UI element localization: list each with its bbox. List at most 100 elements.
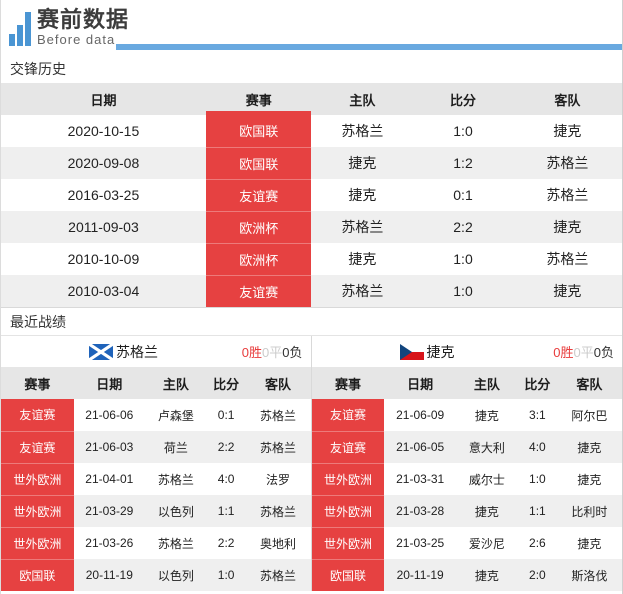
team-name: 捷克 [426, 343, 455, 360]
competition-badge: 世外欧洲 [311, 526, 385, 559]
table-row: 2020-09-08 欧国联 捷克 1:2 苏格兰 [1, 146, 622, 179]
date-cell: 21-06-09 [396, 408, 445, 422]
score-cell: 2:2 [206, 431, 246, 463]
away-cell: 苏格兰 [245, 495, 311, 527]
team-scotland: 苏格兰 [89, 342, 158, 362]
table-row: 世外欧洲 21-04-01 苏格兰 4:0 法罗 [1, 462, 311, 495]
away-cell: 捷克 [577, 536, 602, 551]
date-cell: 2011-09-03 [1, 211, 206, 243]
col-header-date: 日期 [73, 367, 145, 399]
date-cell: 21-03-26 [85, 536, 134, 550]
away-cell: 苏格兰 [259, 408, 296, 423]
table-row: 友谊赛 21-06-05 意大利 4:0 捷克 [311, 430, 622, 463]
away-cell: 阿尔巴 [571, 408, 608, 423]
away-cell: 斯洛伐 [556, 559, 622, 591]
date-cell: 21-03-25 [396, 536, 445, 550]
competition-badge: 欧国联 [205, 146, 312, 179]
score-cell: 0:1 [453, 187, 473, 203]
date-cell: 2020-10-15 [67, 123, 140, 139]
record-wins: 0胜 [241, 345, 263, 360]
col-header-competition: 赛事 [205, 83, 312, 115]
home-cell: 捷克 [455, 559, 518, 591]
score-cell: 1:0 [453, 251, 473, 267]
home-cell: 苏格兰 [341, 123, 384, 139]
score-cell: 1:1 [517, 495, 557, 527]
home-cell: 爱沙尼 [468, 536, 505, 551]
away-cell: 捷克 [556, 431, 622, 463]
away-cell: 捷克 [553, 123, 582, 139]
record-wins: 0胜 [553, 345, 574, 360]
home-cell: 卢森堡 [157, 408, 194, 423]
czech-flag-icon [399, 343, 424, 360]
score-cell: 2:2 [217, 536, 235, 550]
home-cell: 威尔士 [468, 472, 505, 487]
date-cell: 21-03-28 [384, 495, 456, 527]
table-row: 欧国联 20-11-19 捷克 2:0 斯洛伐 [311, 558, 622, 591]
recent-table-czech: 赛事 日期 主队 比分 客队 友谊赛 21-06-09 捷克 3:1 阿尔巴 友谊赛 21-… [311, 367, 623, 591]
col-header-home: 主队 [144, 367, 207, 399]
away-cell: 捷克 [577, 472, 602, 487]
away-cell: 奥地利 [259, 536, 296, 551]
head-to-head-section: 交锋历史 日期 赛事 主队 比分 客队 2020-10-15 欧国联 苏格兰 1:0 捷… [1, 55, 622, 307]
recent-results-section: 最近战绩 苏格兰 0胜0平0负 赛事 日期 主队 比分 客队 友谊赛 21-06… [1, 307, 622, 591]
away-cell: 比利时 [556, 495, 622, 527]
table-row: 2020-10-15 欧国联 苏格兰 1:0 捷克 [1, 115, 622, 147]
bar-chart-icon [9, 12, 31, 46]
competition-badge: 欧洲杯 [205, 210, 312, 243]
competition-badge: 友谊赛 [205, 274, 312, 307]
record-draws: 0平 [262, 345, 283, 360]
header-accent-bar [116, 44, 622, 50]
table-row: 友谊赛 21-06-03 荷兰 2:2 苏格兰 [1, 430, 311, 463]
score-cell: 1:0 [413, 275, 513, 307]
home-cell: 苏格兰 [157, 472, 194, 487]
home-cell: 捷克 [348, 187, 377, 203]
score-cell: 1:0 [453, 123, 473, 139]
page-header: 赛前数据 Before data [1, 0, 622, 55]
col-header-competition: 赛事 [1, 367, 74, 399]
col-header-score: 比分 [206, 367, 246, 399]
table-row: 2010-10-09 欧洲杯 捷克 1:0 苏格兰 [1, 242, 622, 275]
recent-panel-scotland: 苏格兰 0胜0平0负 赛事 日期 主队 比分 客队 友谊赛 21-06-06 卢… [1, 336, 312, 591]
recent-table-scotland: 赛事 日期 主队 比分 客队 友谊赛 21-06-06 卢森堡 0:1 苏格兰 友谊赛 21… [1, 367, 311, 591]
score-cell: 3:1 [529, 408, 546, 422]
date-cell: 20-11-19 [384, 559, 456, 591]
recent-header-row: 赛事 日期 主队 比分 客队 [311, 367, 622, 399]
away-cell: 苏格兰 [512, 147, 622, 179]
record-scotland: 0胜0平0负 [242, 342, 303, 361]
score-cell: 1:0 [206, 559, 246, 591]
team-strip-scotland: 苏格兰 0胜0平0负 [1, 336, 311, 367]
home-cell: 捷克 [311, 147, 414, 179]
section-title-recent: 最近战绩 [1, 308, 622, 336]
before-data-logo: 赛前数据 Before data [9, 8, 129, 46]
away-cell: 苏格兰 [546, 187, 589, 203]
home-cell: 意大利 [455, 431, 518, 463]
table-row: 世外欧洲 21-03-26 苏格兰 2:2 奥地利 [1, 526, 311, 559]
table-row: 友谊赛 21-06-06 卢森堡 0:1 苏格兰 [1, 399, 311, 431]
h2h-table: 日期 赛事 主队 比分 客队 2020-10-15 欧国联 苏格兰 1:0 捷克 2020… [1, 83, 622, 307]
score-cell: 2:6 [529, 536, 546, 550]
recent-header-row: 赛事 日期 主队 比分 客队 [1, 367, 311, 399]
date-cell: 21-06-06 [85, 408, 134, 422]
table-row: 2010-03-04 友谊赛 苏格兰 1:0 捷克 [1, 274, 622, 307]
col-header-competition: 赛事 [311, 367, 385, 399]
col-header-away: 客队 [556, 367, 622, 399]
col-header-date: 日期 [384, 367, 456, 399]
home-cell: 以色列 [144, 495, 207, 527]
score-cell: 1:0 [529, 472, 546, 486]
col-header-score: 比分 [413, 83, 513, 115]
team-strip-czech: 捷克 0胜0平0负 [311, 336, 622, 367]
score-cell: 2:2 [413, 211, 513, 243]
home-cell: 捷克 [348, 251, 377, 267]
table-row: 2011-09-03 欧洲杯 苏格兰 2:2 捷克 [1, 210, 622, 243]
date-cell: 21-03-31 [396, 472, 445, 486]
date-cell: 2016-03-25 [67, 187, 140, 203]
date-cell: 21-06-05 [384, 431, 456, 463]
away-cell: 捷克 [512, 211, 622, 243]
table-row: 友谊赛 21-06-09 捷克 3:1 阿尔巴 [311, 399, 623, 431]
col-header-away: 客队 [245, 367, 311, 399]
record-losses: 0负 [593, 345, 614, 360]
date-cell: 21-06-03 [73, 431, 145, 463]
score-cell: 0:1 [217, 408, 235, 422]
competition-badge: 友谊赛 [205, 178, 312, 211]
col-header-home: 主队 [311, 83, 414, 115]
